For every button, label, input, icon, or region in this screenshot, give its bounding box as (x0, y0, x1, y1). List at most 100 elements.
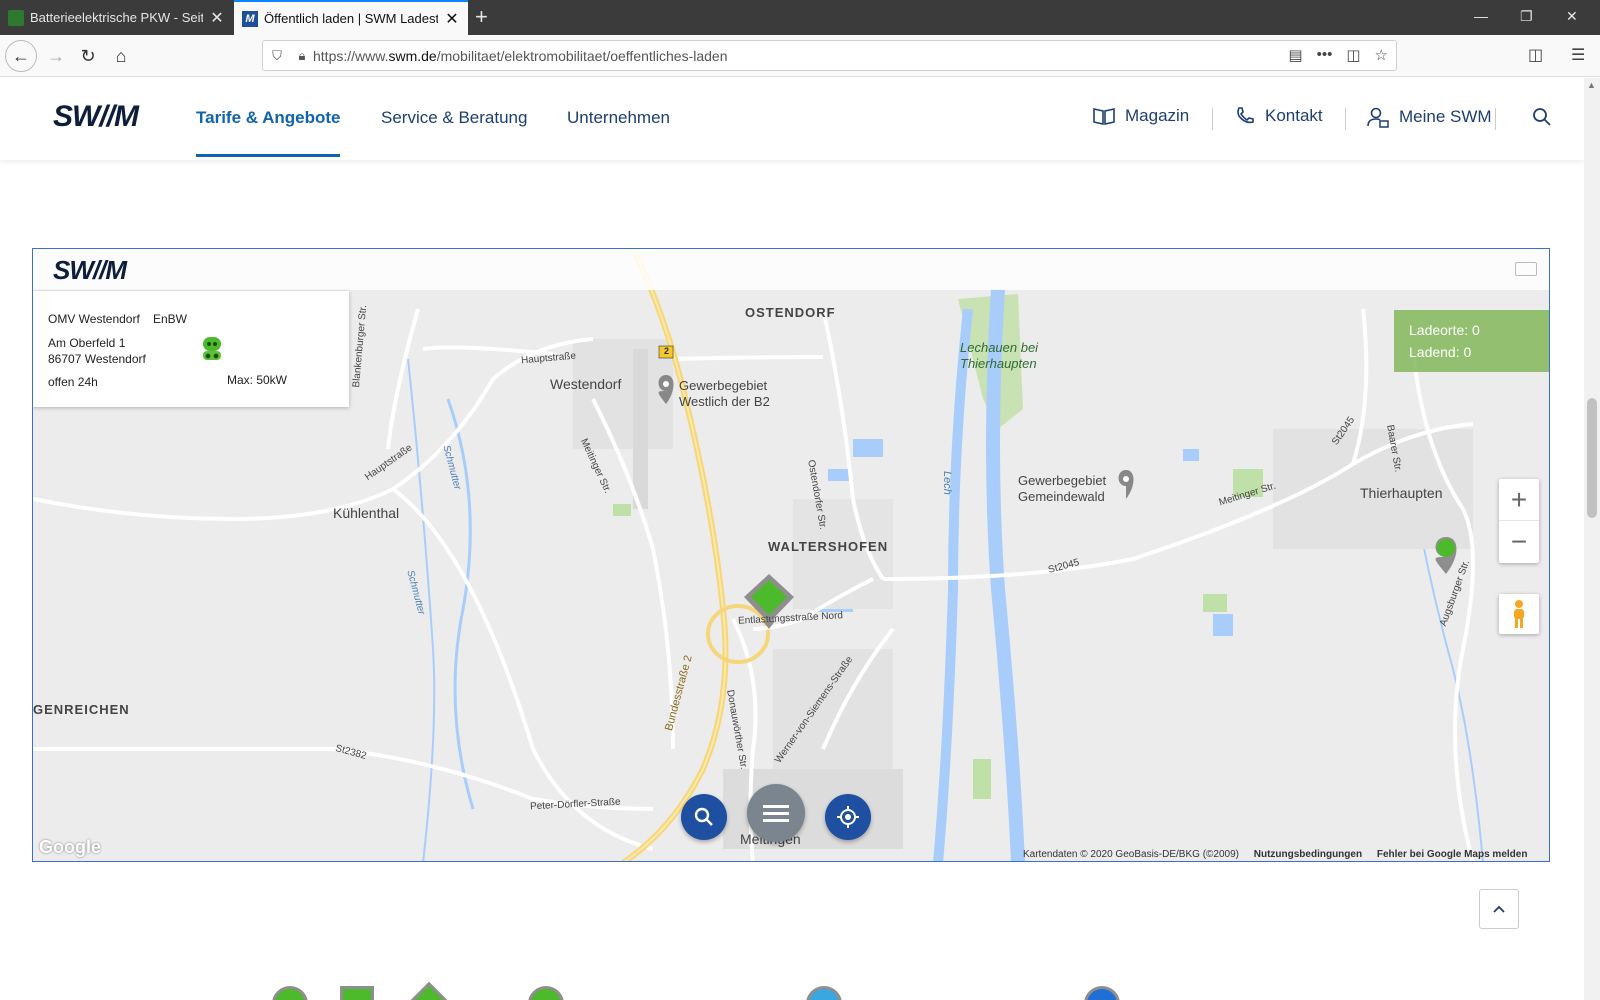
kontakt-link[interactable]: Kontakt (1235, 106, 1323, 126)
place-gewerbe-gemeindewald: Gewerbegebiet Gemeindewald (1018, 473, 1107, 504)
legend-pin-green-icon (272, 986, 308, 1000)
tab-oeffentlich-laden[interactable]: M Öffentlich laden | SWM Ladesta ✕ (234, 0, 468, 35)
place-waltershofen: WALTERSHOFEN (768, 539, 889, 554)
legend-pin-blue-icon (806, 986, 842, 1000)
tab-batterieelektrische[interactable]: Batterieelektrische PKW - Seite ✕ (0, 0, 233, 35)
url-domain: swm.de (388, 47, 437, 64)
station-power: Max: 50kW (227, 373, 288, 387)
divider (1212, 108, 1213, 130)
place-ostendorf: OSTENDORF (745, 305, 836, 320)
ladeorte-count: Ladeorte: 0 (1409, 322, 1480, 338)
nav-unternehmen[interactable]: Unternehmen (567, 108, 670, 128)
station-street: Am Oberfeld 1 (48, 336, 126, 350)
google-logo[interactable]: Google (39, 837, 101, 858)
sidebar-toggle-icon[interactable]: ◫ (1528, 45, 1543, 65)
legend-pin-darkblue-icon (1084, 986, 1120, 1000)
menu-icon (763, 805, 789, 822)
reload-button[interactable]: ↻ (73, 41, 103, 71)
place-lechauen: Lechauen bei Thierhaupten (960, 340, 1039, 371)
nav-service-beratung[interactable]: Service & Beratung (381, 108, 527, 128)
magazin-label: Magazin (1125, 106, 1190, 125)
attribution-text: Kartendaten © 2020 GeoBasis-DE/BKG (©200… (1023, 849, 1239, 860)
zoom-in-button[interactable]: + (1499, 479, 1539, 521)
crosshair-icon (837, 806, 859, 828)
place-genreichen: GENREICHEN (33, 702, 130, 717)
station-hours: offen 24h (48, 375, 98, 389)
minimize-icon[interactable]: — (1474, 8, 1488, 24)
home-button[interactable]: ⌂ (106, 41, 136, 71)
meine-swm-label: Meine SWM (1399, 107, 1492, 126)
map-swm-logo: SW//M (53, 255, 127, 285)
station-operator: EnBW (153, 312, 188, 326)
legend-square-green-icon (340, 986, 374, 1000)
river-label: Lech (941, 471, 953, 495)
reader-view-icon[interactable]: ▤ (1288, 46, 1302, 64)
menu-icon[interactable]: ☰ (1571, 45, 1585, 65)
pocket-icon[interactable]: ◫ (1346, 46, 1360, 64)
phone-icon (1237, 107, 1254, 124)
station-name: OMV Westendorf (48, 312, 140, 326)
tab-favicon-icon (8, 9, 24, 26)
place-gewerbe-b2: Gewerbegebiet Westlich der B2 (679, 378, 770, 409)
browser-tabbar: Batterieelektrische PKW - Seite ✕ M Öffe… (0, 0, 1600, 35)
close-tab-icon[interactable]: ✕ (444, 9, 460, 29)
street-view-pegman-icon[interactable] (1499, 594, 1539, 634)
back-to-top-button[interactable] (1479, 889, 1519, 929)
back-button[interactable]: ← (5, 40, 37, 72)
site-header: SW//M Tarife & Angebote Service & Beratu… (0, 78, 1584, 160)
plug-type-icon (201, 335, 223, 364)
legend-diamond-green-icon (407, 981, 451, 1000)
count-box: Ladeorte: 0 Ladend: 0 (1394, 310, 1549, 372)
swm-logo[interactable]: SW//M (53, 100, 139, 134)
place-thierhaupten: Thierhaupten (1360, 485, 1443, 501)
map-attribution: Kartendaten © 2020 GeoBasis-DE/BKG (©200… (1023, 849, 1527, 860)
browser-navbar: ← → ↻ ⌂ ⛉ 🔒︎ https://www. swm.de/mobilita… (0, 35, 1600, 77)
locate-me-button[interactable] (825, 794, 871, 840)
tab-title: Batterieelektrische PKW - Seite (30, 10, 203, 25)
b2-shield-label: 2 (664, 346, 670, 356)
swm-favicon-icon: M (242, 10, 258, 27)
active-nav-underline (196, 154, 340, 157)
report-error-link[interactable]: Fehler bei Google Maps melden (1377, 849, 1528, 860)
tab-title: Öffentlich laden | SWM Ladesta (264, 11, 438, 26)
scroll-up-icon[interactable]: ▲ (1587, 80, 1596, 90)
station-city: 86707 Westendorf (48, 352, 146, 366)
close-tab-icon[interactable]: ✕ (209, 8, 225, 28)
new-tab-button[interactable]: + (475, 4, 488, 30)
page-scrollbar[interactable]: ▲ (1584, 78, 1600, 1000)
nav-tarife-angebote[interactable]: Tarife & Angebote (196, 108, 341, 128)
restore-icon[interactable]: ❐ (1520, 8, 1533, 25)
map-header-bar: SW//M (33, 249, 1549, 290)
url-bar[interactable]: ⛉ 🔒︎ https://www. swm.de/mobilitaet/elekt… (262, 40, 1397, 71)
forward-button[interactable]: → (41, 41, 71, 71)
zoom-out-button[interactable]: − (1499, 521, 1539, 563)
magazin-link[interactable]: Magazin (1093, 106, 1189, 126)
close-window-icon[interactable]: ✕ (1566, 8, 1578, 25)
map-search-button[interactable] (681, 794, 727, 840)
chevron-up-icon (1493, 905, 1505, 913)
station-info-box[interactable]: OMV Westendorf EnBW Am Oberfeld 1 86707 … (33, 291, 349, 407)
terms-link[interactable]: Nutzungsbedingungen (1254, 849, 1362, 860)
ladend-count: Ladend: 0 (1409, 344, 1472, 360)
map-menu-button[interactable] (747, 784, 805, 842)
place-kuehlenthal: Kühlenthal (333, 505, 400, 521)
scrollbar-thumb[interactable] (1587, 398, 1597, 518)
url-path: /mobilitaet/elektromobilitaet/oeffentlic… (436, 47, 728, 64)
user-lock-icon (1367, 107, 1389, 128)
book-icon (1093, 108, 1115, 125)
bookmark-star-icon[interactable]: ☆ (1375, 46, 1388, 64)
divider (1345, 108, 1346, 130)
page-content: SW//M Tarife & Angebote Service & Beratu… (0, 78, 1584, 1000)
search-icon[interactable] (1532, 107, 1552, 132)
place-westendorf: Westendorf (550, 376, 622, 392)
fullscreen-icon[interactable] (1515, 262, 1537, 276)
lock-icon[interactable]: 🔒︎ (291, 48, 313, 64)
meine-swm-link[interactable]: Meine SWM (1367, 106, 1492, 128)
divider (1495, 108, 1496, 130)
search-icon (694, 807, 713, 826)
shield-icon[interactable]: ⛉ (263, 48, 291, 64)
charging-map[interactable]: SW//M OSTENDORF Westendorf Gewerbegebiet… (32, 248, 1550, 862)
zoom-control: + − (1499, 479, 1539, 563)
kontakt-label: Kontakt (1265, 106, 1323, 125)
more-actions-icon[interactable]: ••• (1317, 46, 1333, 64)
